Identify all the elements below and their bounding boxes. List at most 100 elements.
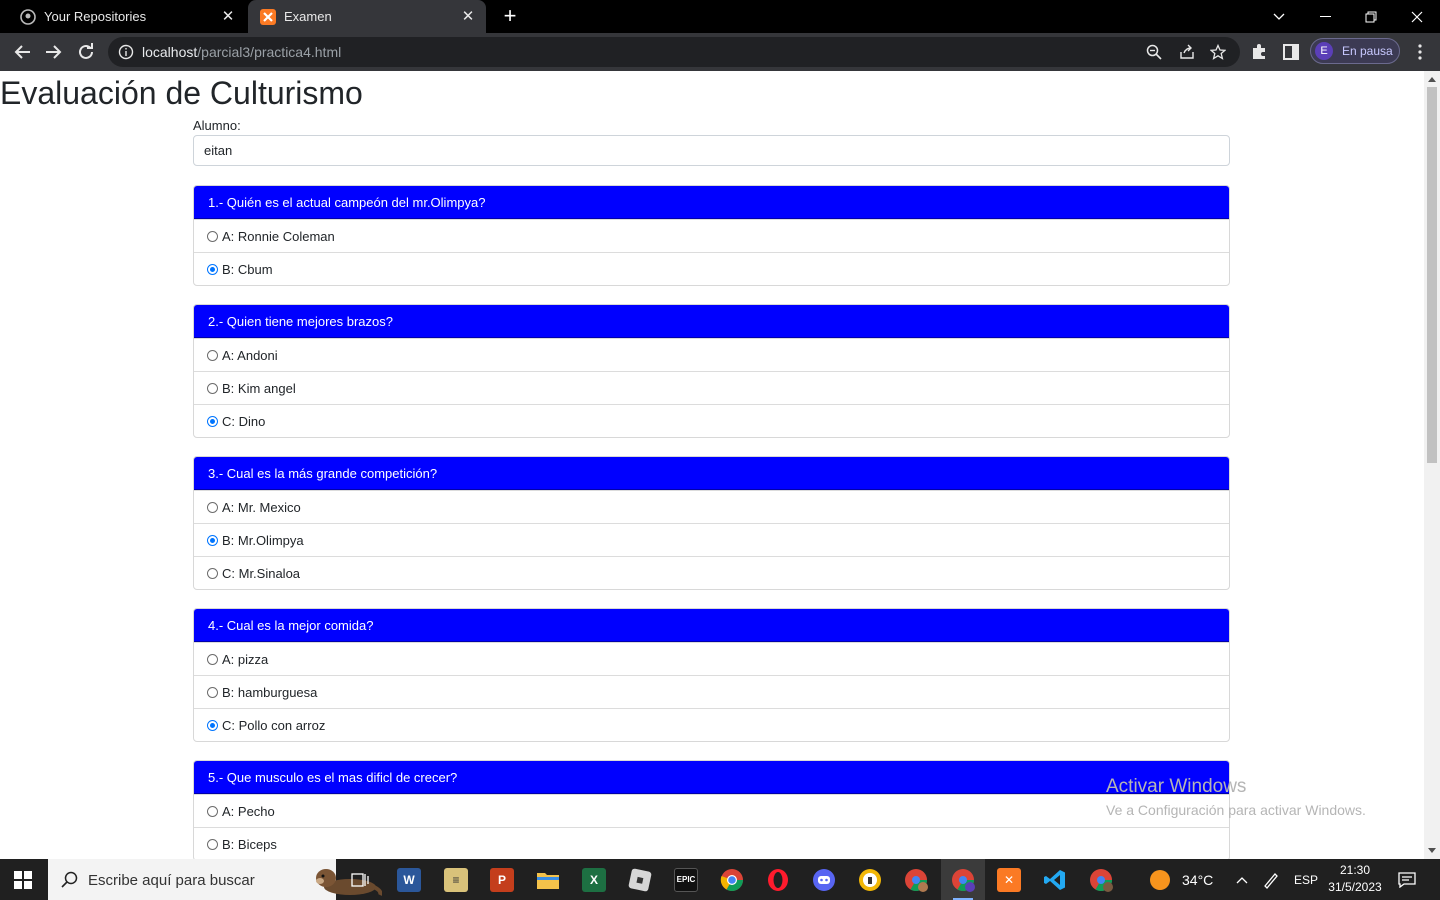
option-label[interactable]: C: Mr.Sinaloa bbox=[222, 566, 300, 581]
radio-button[interactable] bbox=[207, 501, 218, 513]
radio-button-checked[interactable] bbox=[207, 415, 218, 427]
option-label[interactable]: A: pizza bbox=[222, 652, 268, 667]
page-scrollbar[interactable] bbox=[1424, 71, 1440, 859]
reload-button[interactable] bbox=[75, 41, 97, 63]
system-clock[interactable]: 21:30 31/5/2023 bbox=[1322, 862, 1388, 896]
question-header: 5.- Que musculo es el mas dificl de crec… bbox=[194, 761, 1229, 794]
chrome-app-icon[interactable] bbox=[710, 859, 754, 900]
radio-button[interactable] bbox=[207, 567, 218, 579]
address-bar[interactable]: localhost/parcial3/practica4.html bbox=[108, 37, 1240, 67]
menu-kebab-icon[interactable] bbox=[1411, 43, 1429, 61]
radio-button[interactable] bbox=[207, 230, 218, 242]
back-button[interactable] bbox=[11, 41, 33, 63]
zoom-icon[interactable] bbox=[1146, 44, 1162, 60]
file-explorer-app-icon[interactable] bbox=[526, 859, 570, 900]
radio-button[interactable] bbox=[207, 382, 218, 394]
restore-button[interactable] bbox=[1348, 0, 1394, 33]
radio-button-checked[interactable] bbox=[207, 263, 218, 275]
opera-app-icon[interactable] bbox=[756, 859, 800, 900]
option-row[interactable]: B: Biceps bbox=[194, 827, 1229, 859]
radio-button[interactable] bbox=[207, 805, 218, 817]
file-manager-app-icon[interactable]: ≡ bbox=[434, 859, 478, 900]
option-label[interactable]: A: Pecho bbox=[222, 804, 275, 819]
radio-button[interactable] bbox=[207, 653, 218, 665]
pen-ink-icon[interactable] bbox=[1262, 859, 1280, 900]
option-row[interactable]: B: hamburguesa bbox=[194, 675, 1229, 708]
question-card-1: 1.- Quién es el actual campeón del mr.Ol… bbox=[193, 185, 1230, 286]
radio-button[interactable] bbox=[207, 838, 218, 850]
option-label[interactable]: A: Andoni bbox=[222, 348, 278, 363]
option-label[interactable]: B: Mr.Olimpya bbox=[222, 533, 304, 548]
option-label[interactable]: B: Cbum bbox=[222, 262, 273, 277]
site-info-icon[interactable] bbox=[118, 44, 134, 60]
forward-button[interactable] bbox=[43, 41, 65, 63]
vpn-app-icon[interactable] bbox=[848, 859, 892, 900]
epic-games-app-icon[interactable]: EPIC bbox=[664, 859, 708, 900]
scroll-up-arrow-icon[interactable] bbox=[1428, 77, 1436, 82]
option-row[interactable]: C: Dino bbox=[194, 404, 1229, 437]
watermark-subtitle: Ve a Configuración para activar Windows. bbox=[1106, 802, 1366, 818]
input-language[interactable]: ESP bbox=[1294, 859, 1318, 900]
option-row[interactable]: A: Andoni bbox=[194, 338, 1229, 371]
option-label[interactable]: A: Ronnie Coleman bbox=[222, 229, 335, 244]
option-row[interactable]: C: Mr.Sinaloa bbox=[194, 556, 1229, 589]
side-panel-icon[interactable] bbox=[1282, 43, 1300, 61]
taskbar-search-box[interactable]: Escribe aquí para buscar bbox=[48, 859, 383, 900]
option-label[interactable]: B: Kim angel bbox=[222, 381, 296, 396]
radio-button[interactable] bbox=[207, 349, 218, 361]
chrome-alt-app-icon[interactable] bbox=[1079, 859, 1123, 900]
question-card-2: 2.- Quien tiene mejores brazos? A: Andon… bbox=[193, 304, 1230, 438]
student-name-input[interactable] bbox=[193, 135, 1230, 166]
weather-widget[interactable]: 34°C bbox=[1150, 859, 1213, 900]
option-row[interactable]: A: Pecho bbox=[194, 794, 1229, 827]
radio-button[interactable] bbox=[207, 686, 218, 698]
option-label[interactable]: B: hamburguesa bbox=[222, 685, 317, 700]
bookmark-star-icon[interactable] bbox=[1209, 43, 1227, 60]
option-label[interactable]: C: Pollo con arroz bbox=[222, 718, 325, 733]
tab-search-chevron-icon[interactable] bbox=[1256, 0, 1302, 33]
new-tab-button[interactable]: + bbox=[500, 5, 520, 27]
tab-label: Your Repositories bbox=[44, 9, 147, 24]
vscode-app-icon[interactable] bbox=[1033, 859, 1077, 900]
url-text: localhost/parcial3/practica4.html bbox=[142, 44, 342, 60]
option-label[interactable]: A: Mr. Mexico bbox=[222, 500, 301, 515]
task-view-icon[interactable] bbox=[338, 859, 382, 900]
student-field: Alumno: bbox=[193, 118, 1230, 166]
scrollbar-thumb[interactable] bbox=[1427, 87, 1437, 463]
show-hidden-icons-chevron-icon[interactable] bbox=[1236, 859, 1248, 900]
page-viewport: Evaluación de Culturismo Alumno: 1.- Qui… bbox=[0, 71, 1424, 859]
option-row[interactable]: C: Pollo con arroz bbox=[194, 708, 1229, 741]
option-label[interactable]: C: Dino bbox=[222, 414, 265, 429]
option-row[interactable]: B: Kim angel bbox=[194, 371, 1229, 404]
xampp-app-icon[interactable]: ✕ bbox=[987, 859, 1031, 900]
tab-your-repositories[interactable]: Your Repositories ✕ bbox=[8, 0, 246, 33]
option-row[interactable]: A: Mr. Mexico bbox=[194, 490, 1229, 523]
powerpoint-app-icon[interactable]: P bbox=[480, 859, 524, 900]
notifications-icon[interactable] bbox=[1398, 859, 1416, 900]
scroll-down-arrow-icon[interactable] bbox=[1428, 848, 1436, 853]
share-icon[interactable] bbox=[1179, 44, 1195, 60]
roblox-app-icon[interactable]: ■ bbox=[618, 859, 662, 900]
option-row[interactable]: A: Ronnie Coleman bbox=[194, 219, 1229, 252]
chrome-profile-app-icon[interactable] bbox=[894, 859, 938, 900]
question-card-5: 5.- Que musculo es el mas dificl de crec… bbox=[193, 760, 1230, 859]
minimize-button[interactable] bbox=[1302, 0, 1348, 33]
option-row[interactable]: B: Mr.Olimpya bbox=[194, 523, 1229, 556]
excel-app-icon[interactable]: X bbox=[572, 859, 616, 900]
option-label[interactable]: B: Biceps bbox=[222, 837, 277, 852]
option-row[interactable]: A: pizza bbox=[194, 642, 1229, 675]
radio-button-checked[interactable] bbox=[207, 719, 218, 731]
chrome-active-app-icon[interactable] bbox=[941, 859, 985, 900]
profile-button[interactable]: E En pausa bbox=[1310, 38, 1400, 64]
word-app-icon[interactable]: W bbox=[387, 859, 431, 900]
windows-start-icon[interactable] bbox=[14, 871, 32, 889]
extensions-puzzle-icon[interactable] bbox=[1250, 43, 1268, 61]
close-tab-icon[interactable]: ✕ bbox=[220, 8, 236, 25]
radio-button-checked[interactable] bbox=[207, 534, 218, 546]
discord-app-icon[interactable] bbox=[802, 859, 846, 900]
close-window-button[interactable] bbox=[1394, 0, 1440, 33]
option-row[interactable]: B: Cbum bbox=[194, 252, 1229, 285]
tab-examen[interactable]: Examen ✕ bbox=[248, 0, 486, 33]
question-header: 2.- Quien tiene mejores brazos? bbox=[194, 305, 1229, 338]
close-tab-icon[interactable]: ✕ bbox=[460, 8, 476, 25]
